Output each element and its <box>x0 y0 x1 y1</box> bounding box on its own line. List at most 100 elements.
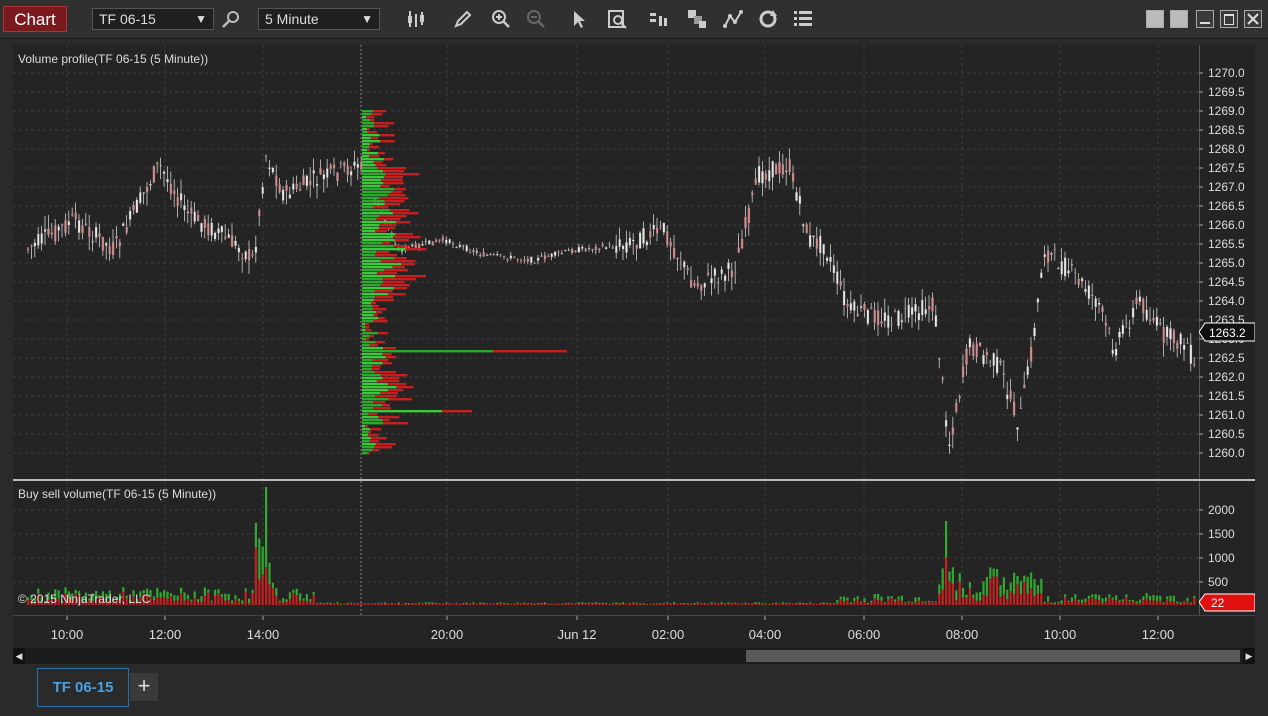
volume-profile-sell-bar <box>381 179 403 182</box>
zoom-out-icon[interactable] <box>525 8 547 30</box>
minimize-icon[interactable] <box>1196 10 1214 28</box>
volume-profile-buy-bar <box>362 344 370 347</box>
candle <box>156 161 159 173</box>
volume-axis[interactable]: 2000 1500 1000 500 22 <box>1199 481 1255 615</box>
candle <box>727 258 730 282</box>
scrollbar-thumb[interactable] <box>746 650 1240 662</box>
candle <box>441 234 445 244</box>
window-tile-icon[interactable] <box>1146 10 1164 28</box>
price-tick-label: 1261.5 <box>1208 389 1245 403</box>
candle <box>519 258 523 264</box>
time-axis[interactable]: 10:00 12:00 14:00 20:00 Jun 12 02:00 04:00 06:0… <box>13 615 1255 649</box>
price-chart-canvas[interactable] <box>13 45 1199 479</box>
volume-profile-sell-bar <box>380 392 398 395</box>
price-tick-label: 1269.5 <box>1208 85 1245 99</box>
last-volume-marker: 22 <box>1199 593 1255 612</box>
horizontal-scrollbar[interactable]: ◀ ▶ <box>13 648 1255 664</box>
zoom-in-icon[interactable] <box>490 8 512 30</box>
volume-profile-sell-bar <box>375 230 387 233</box>
volume-buy-bar <box>1043 601 1046 603</box>
volume-profile-sell-bar <box>382 362 392 365</box>
volume-sell-bar <box>846 600 849 605</box>
volume-profile-buy-bar <box>362 443 376 446</box>
volume-buy-bar <box>560 603 563 605</box>
draw-pencil-icon[interactable] <box>452 8 474 30</box>
volume-profile-sell-bar <box>371 113 383 116</box>
volume-buy-bar <box>479 602 482 604</box>
volume-buy-bar <box>360 602 363 604</box>
refresh-icon[interactable] <box>757 8 779 30</box>
volume-buy-bar <box>319 602 322 604</box>
candle <box>173 179 176 208</box>
volume-profile-buy-bar <box>362 359 373 362</box>
bar-type-icon[interactable] <box>406 8 428 30</box>
properties-icon[interactable] <box>792 8 814 30</box>
volume-sell-bar <box>1047 600 1050 605</box>
volume-profile-buy-bar <box>362 152 378 155</box>
volume-profile-sell-bar <box>387 194 406 197</box>
volume-buy-bar <box>1145 593 1148 599</box>
candle <box>149 180 152 191</box>
volume-profile-sell-bar <box>370 119 375 122</box>
volume-buy-bar <box>717 603 720 604</box>
volume-profile-buy-bar <box>362 200 385 203</box>
volume-buy-bar <box>758 602 761 604</box>
close-icon[interactable] <box>1244 10 1262 28</box>
volume-panel[interactable] <box>13 481 1199 615</box>
tab-tf-06-15[interactable]: TF 06-15 <box>37 668 129 707</box>
candle <box>934 305 938 327</box>
indicators-icon[interactable] <box>648 8 670 30</box>
volume-profile-buy-bar <box>362 224 380 227</box>
volume-buy-bar <box>200 596 203 603</box>
scroll-left-icon[interactable]: ◀ <box>13 648 25 664</box>
strategies-icon[interactable] <box>686 8 708 30</box>
volume-buy-bar <box>407 603 410 605</box>
chart-menu-button[interactable]: Chart <box>3 6 67 32</box>
volume-buy-bar <box>839 596 842 600</box>
volume-buy-bar <box>795 603 798 604</box>
interval-selector[interactable]: 5 Minute ▼ <box>258 8 380 30</box>
maximize-icon[interactable] <box>1220 10 1238 28</box>
price-panel[interactable] <box>13 45 1199 479</box>
pointer-icon[interactable] <box>568 8 590 30</box>
data-box-icon[interactable] <box>606 8 628 30</box>
candle <box>669 237 672 261</box>
price-tick-label: 1265.5 <box>1208 237 1245 251</box>
candle <box>1108 326 1111 335</box>
volume-sell-bar <box>200 602 203 605</box>
price-tick-label: 1267.5 <box>1208 161 1245 175</box>
candle <box>179 179 183 209</box>
candle <box>951 416 955 449</box>
volume-sell-bar <box>520 604 523 605</box>
volume-sell-bar <box>397 604 400 605</box>
candle <box>472 247 475 256</box>
instrument-selector[interactable]: TF 06-15 ▼ <box>92 8 214 30</box>
volume-tick-label: 2000 <box>1208 503 1235 517</box>
volume-profile-buy-bar <box>362 356 386 359</box>
volume-sell-bar <box>642 603 645 605</box>
volume-buy-bar <box>1098 594 1101 601</box>
volume-profile-buy-bar <box>362 311 376 314</box>
candle <box>615 234 618 259</box>
volume-sell-bar <box>921 602 924 605</box>
candle <box>462 244 465 251</box>
volume-buy-bar <box>275 588 278 596</box>
volume-buy-bar <box>180 587 183 593</box>
volume-sell-bar <box>1155 601 1158 605</box>
volume-sell-bar <box>176 600 179 605</box>
volume-buy-bar <box>217 589 220 594</box>
volume-buy-bar <box>469 603 472 605</box>
volume-profile-buy-bar <box>362 113 372 116</box>
volume-profile-sell-bar <box>405 248 427 251</box>
volume-buy-bar <box>380 602 383 604</box>
volume-chart-canvas[interactable] <box>13 481 1199 615</box>
volume-sell-bar <box>836 603 839 605</box>
price-tick-label: 1268.0 <box>1208 142 1245 156</box>
add-tab-button[interactable]: + <box>130 673 158 701</box>
price-axis[interactable]: 1270.0 1269.5 1269.0 1268.5 1268.0 1267.5 1267… <box>1199 45 1255 479</box>
window-tile2-icon[interactable] <box>1170 10 1188 28</box>
scroll-right-icon[interactable]: ▶ <box>1243 648 1255 664</box>
drawing-tools-icon[interactable] <box>722 8 744 30</box>
volume-sell-bar <box>887 599 890 605</box>
search-icon[interactable] <box>220 8 242 30</box>
